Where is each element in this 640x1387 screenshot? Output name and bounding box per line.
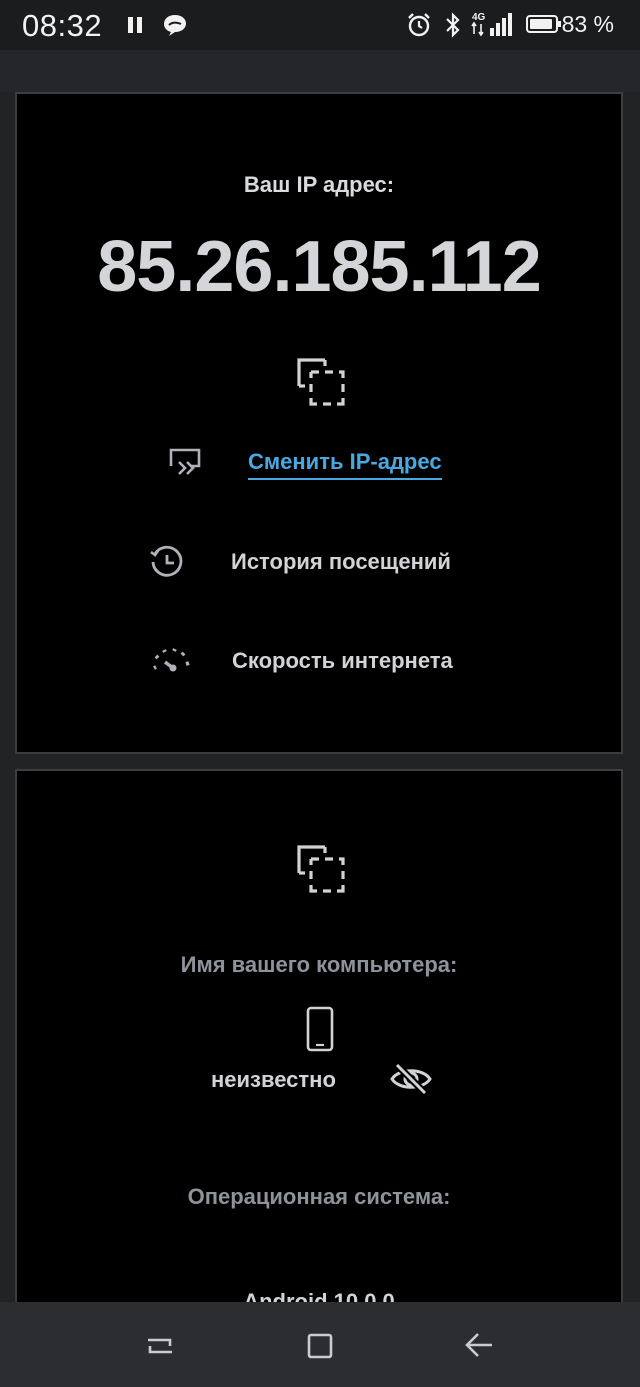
copy-icon[interactable] bbox=[295, 843, 347, 895]
history-row[interactable]: История посещений bbox=[17, 542, 621, 582]
battery-icon bbox=[526, 15, 561, 33]
change-ip-icon bbox=[169, 448, 201, 475]
app-top-bar bbox=[0, 50, 640, 92]
computer-name-value: неизвестно bbox=[211, 1067, 336, 1092]
ip-address: 85.26.185.112 bbox=[97, 227, 541, 307]
bluetooth-icon bbox=[446, 12, 460, 38]
alarm-icon bbox=[408, 13, 430, 37]
computer-name-label: Имя вашего компьютера: bbox=[180, 952, 458, 977]
status-bar: 08:32 4G 83 % bbox=[0, 0, 640, 50]
ip-label: Ваш IP адрес: bbox=[243, 172, 395, 197]
history-icon bbox=[150, 545, 183, 577]
history-label[interactable]: История посещений bbox=[231, 549, 451, 575]
recent-apps-icon[interactable] bbox=[138, 1324, 182, 1368]
screen: 08:32 4G 83 % Ваш IP адрес: 85.26.185.11… bbox=[0, 0, 640, 1387]
computer-info-card: Имя вашего компьютера: неизвестно Операц… bbox=[15, 769, 623, 1329]
navigation-bar bbox=[0, 1302, 640, 1387]
change-ip-row[interactable]: Сменить IP-адрес bbox=[17, 442, 621, 482]
speed-label[interactable]: Скорость интернета bbox=[232, 648, 453, 674]
speed-row[interactable]: Скорость интернета bbox=[17, 641, 621, 681]
os-label: Операционная система: bbox=[187, 1184, 451, 1209]
status-time: 08:32 bbox=[22, 8, 103, 43]
ip-card: Ваш IP адрес: 85.26.185.112 Сменить IP-а… bbox=[15, 92, 623, 754]
home-icon[interactable] bbox=[298, 1324, 342, 1368]
copy-icon[interactable] bbox=[295, 356, 347, 408]
eye-off-icon[interactable] bbox=[389, 1061, 433, 1097]
chat-bubble-icon bbox=[164, 15, 186, 36]
battery-percent: 83 % bbox=[561, 11, 614, 37]
speedometer-icon bbox=[153, 648, 190, 672]
change-ip-link[interactable]: Сменить IP-адрес bbox=[248, 449, 442, 480]
signal-icon: 4G bbox=[471, 12, 512, 37]
smartphone-icon bbox=[306, 1006, 334, 1052]
pause-icon bbox=[128, 17, 142, 33]
back-icon[interactable] bbox=[458, 1324, 502, 1368]
svg-text:4G: 4G bbox=[472, 12, 486, 23]
